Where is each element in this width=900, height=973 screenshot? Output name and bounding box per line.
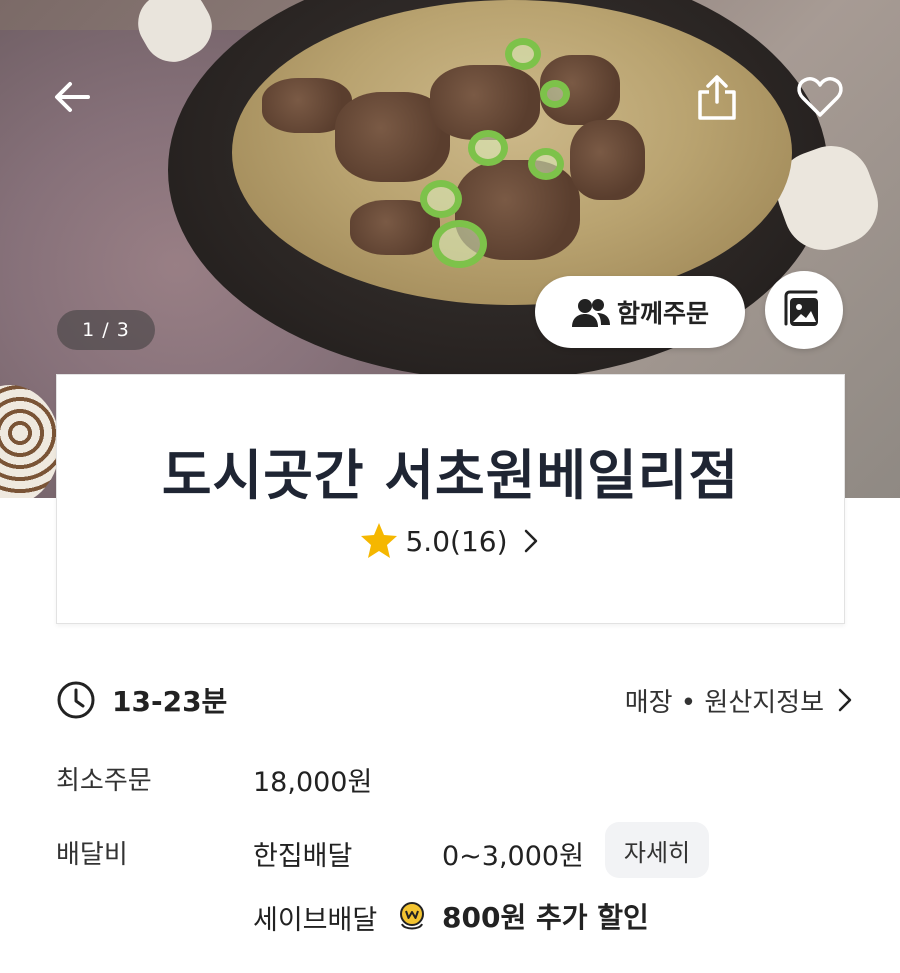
back-arrow-icon bbox=[55, 82, 90, 112]
delivery-fee-range: 0~3,000원 bbox=[442, 841, 584, 872]
chevron-right-icon bbox=[838, 688, 852, 712]
rating-value: 5.0(16) bbox=[405, 524, 508, 558]
meat-piece bbox=[570, 120, 645, 200]
rating-link[interactable]: 5.0(16) bbox=[57, 521, 844, 561]
gallery-icon bbox=[784, 290, 818, 326]
min-order-value: 18,000원 bbox=[253, 767, 373, 798]
people-icon bbox=[571, 299, 610, 327]
store-info-label: 매장 • 원산지정보 bbox=[624, 687, 824, 718]
group-order-button[interactable]: 함께주문 bbox=[535, 276, 745, 348]
photo-gallery-button[interactable] bbox=[765, 271, 843, 349]
image-page-indicator: 1 / 3 bbox=[57, 310, 155, 350]
store-name: 도시곳간 서초원베일리점 bbox=[161, 444, 740, 507]
delivery-fee-type: 한집배달 bbox=[253, 841, 353, 872]
star-icon bbox=[361, 523, 398, 558]
delivery-time: 13-23분 bbox=[112, 685, 228, 718]
save-delivery-label: 세이브배달 bbox=[253, 905, 378, 936]
min-order-label: 최소주문 bbox=[56, 766, 152, 796]
clock-icon bbox=[57, 681, 95, 719]
delivery-time-row: 13-23분 매장 • 원산지정보 bbox=[56, 678, 856, 722]
share-icon bbox=[698, 75, 736, 120]
scallion bbox=[540, 80, 570, 108]
delivery-fee-label: 배달비 bbox=[56, 840, 128, 870]
group-order-label: 함께주문 bbox=[616, 299, 709, 328]
scallion bbox=[432, 220, 487, 268]
share-button[interactable] bbox=[692, 72, 742, 122]
back-button[interactable] bbox=[48, 72, 98, 122]
scallion bbox=[505, 38, 541, 70]
scallion bbox=[528, 148, 564, 180]
meat-piece bbox=[430, 65, 540, 140]
save-discount: 800원 추가 할인 bbox=[442, 901, 649, 934]
scallion bbox=[468, 130, 508, 166]
favorite-button[interactable] bbox=[795, 72, 845, 122]
save-coin-icon bbox=[400, 902, 424, 930]
store-info-card: 도시곳간 서초원베일리점 5.0(16) bbox=[56, 374, 845, 624]
chevron-right-icon bbox=[524, 529, 537, 553]
fee-detail-button[interactable]: 자세히 bbox=[605, 822, 709, 878]
store-info-link[interactable]: 매장 • 원산지정보 bbox=[625, 678, 856, 722]
heart-icon bbox=[797, 77, 843, 117]
scallion bbox=[420, 180, 462, 218]
